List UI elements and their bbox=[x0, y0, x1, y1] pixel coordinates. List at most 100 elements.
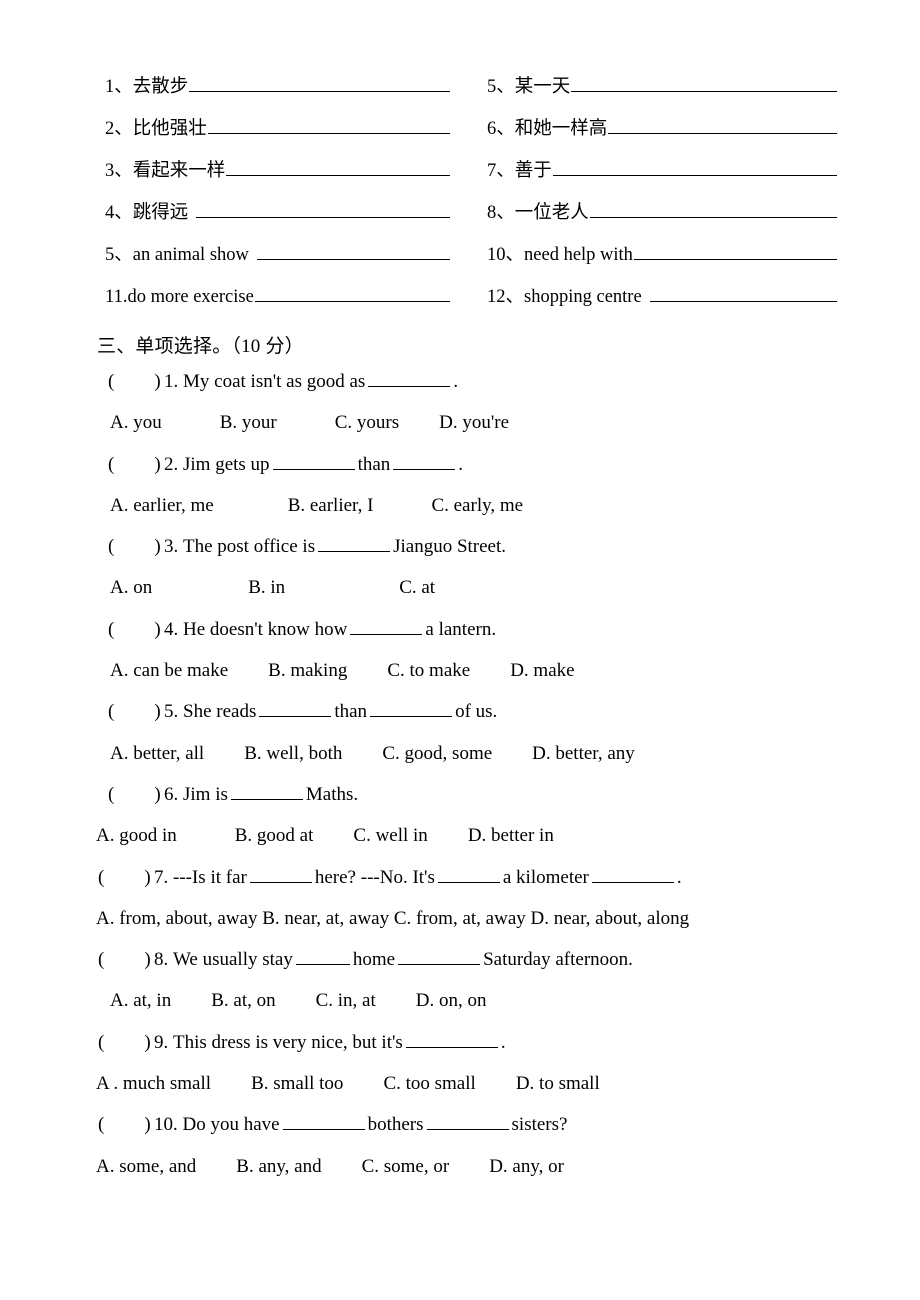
answer-box[interactable]: () bbox=[108, 620, 164, 639]
option-a[interactable]: A . much small bbox=[96, 1074, 211, 1093]
phrase-number: 4、 bbox=[105, 203, 133, 223]
option-a[interactable]: A. on bbox=[110, 578, 152, 597]
option-d[interactable]: D. you're bbox=[439, 413, 509, 432]
option-a[interactable]: A. good in bbox=[96, 826, 177, 845]
option-a[interactable]: A. better, all bbox=[110, 744, 204, 763]
answer-blank[interactable] bbox=[207, 118, 450, 134]
answer-blank[interactable] bbox=[226, 160, 450, 176]
option-b[interactable]: B. small too bbox=[251, 1074, 343, 1093]
option-c[interactable]: C. in, at bbox=[316, 991, 376, 1010]
phrase-text: 和她一样高 bbox=[514, 119, 608, 139]
option-d[interactable]: D. better in bbox=[468, 826, 554, 845]
option-d[interactable]: D. any, or bbox=[489, 1157, 564, 1176]
answer-blank[interactable] bbox=[272, 456, 355, 470]
option-c[interactable]: C. yours bbox=[335, 413, 399, 432]
answer-blank[interactable] bbox=[393, 456, 456, 470]
phrase-item: 11. do more exercise bbox=[105, 286, 450, 307]
phrase-row: 11. do more exercise 12、 shopping centre bbox=[0, 286, 920, 328]
option-b[interactable]: B. at, on bbox=[211, 991, 275, 1010]
option-a[interactable]: A. you bbox=[110, 413, 162, 432]
phrase-number: 1、 bbox=[105, 77, 133, 97]
answer-box[interactable]: () bbox=[98, 1033, 154, 1052]
option-c[interactable]: C. some, or bbox=[362, 1157, 450, 1176]
answer-box[interactable]: () bbox=[98, 950, 154, 969]
option-a[interactable]: A. at, in bbox=[110, 991, 171, 1010]
question-text-mid: here? ---No. It's bbox=[314, 866, 435, 888]
answer-blank[interactable] bbox=[571, 76, 837, 92]
option-a[interactable]: A. some, and bbox=[96, 1157, 196, 1176]
option-a[interactable]: A. earlier, me bbox=[110, 496, 214, 515]
phrase-text: an animal show bbox=[132, 245, 249, 265]
answer-blank[interactable] bbox=[295, 951, 350, 966]
question-stem: () 3. The post office is Jianguo Street. bbox=[0, 537, 920, 578]
phrase-text: need help with bbox=[524, 245, 633, 265]
question-stem: () 1. My coat isn't as good as . bbox=[0, 372, 920, 413]
phrase-number: 2、 bbox=[105, 119, 133, 139]
option-b[interactable]: B. making bbox=[268, 661, 347, 680]
option-b[interactable]: B. in bbox=[248, 578, 285, 597]
answer-blank[interactable] bbox=[189, 76, 450, 92]
answer-blank[interactable] bbox=[649, 286, 837, 302]
phrase-item: 5、 某一天 bbox=[487, 76, 837, 97]
answer-box[interactable]: () bbox=[108, 455, 164, 474]
answer-blank[interactable] bbox=[589, 202, 837, 218]
question-number: 2. bbox=[164, 453, 179, 475]
option-b[interactable]: B. well, both bbox=[244, 744, 342, 763]
answer-box[interactable]: () bbox=[98, 868, 154, 887]
option-c[interactable]: C. good, some bbox=[382, 744, 492, 763]
answer-blank[interactable] bbox=[254, 286, 450, 302]
option-d[interactable]: D. better, any bbox=[532, 744, 635, 763]
option-b[interactable]: B. good at bbox=[235, 826, 314, 845]
answer-blank[interactable] bbox=[370, 703, 453, 718]
option-row: A. from, about, away B. near, at, away C… bbox=[0, 909, 920, 950]
answer-blank[interactable] bbox=[426, 1116, 509, 1131]
option-c[interactable]: C. to make bbox=[387, 661, 470, 680]
question-text: We usually stay bbox=[173, 949, 293, 971]
answer-blank[interactable] bbox=[256, 244, 450, 260]
answer-blank[interactable] bbox=[350, 621, 423, 635]
answer-blank[interactable] bbox=[249, 869, 312, 883]
answer-box[interactable]: () bbox=[108, 372, 164, 391]
option-b[interactable]: B. any, and bbox=[236, 1157, 321, 1176]
answer-box[interactable]: () bbox=[108, 785, 164, 804]
question-number: 6. bbox=[164, 783, 179, 805]
answer-blank[interactable] bbox=[437, 869, 500, 883]
phrase-item: 10、 need help with bbox=[487, 244, 837, 265]
multiple-choice-section: () 1. My coat isn't as good as . A. you … bbox=[0, 372, 920, 1198]
option-d[interactable]: D. on, on bbox=[416, 991, 487, 1010]
option-c[interactable]: C. well in bbox=[353, 826, 427, 845]
answer-box[interactable]: () bbox=[98, 1115, 154, 1134]
answer-blank[interactable] bbox=[608, 118, 837, 134]
answer-blank[interactable] bbox=[318, 538, 391, 553]
answer-blank[interactable] bbox=[196, 202, 450, 218]
answer-blank[interactable] bbox=[633, 244, 837, 260]
option-c[interactable]: C. too small bbox=[383, 1074, 475, 1093]
answer-box[interactable]: () bbox=[108, 537, 164, 556]
exam-paper-page: 1、 去散步 5、 某一天 2、 比他强壮 6、 和她一样高 3、 看起来一样 … bbox=[0, 0, 920, 1300]
question-number: 7. bbox=[154, 866, 169, 888]
answer-box[interactable]: () bbox=[108, 702, 164, 721]
option-row: A. can be make B. making C. to make D. m… bbox=[0, 661, 920, 702]
answer-blank[interactable] bbox=[282, 1116, 365, 1131]
option-b[interactable]: B. earlier, I bbox=[288, 496, 374, 515]
option-list[interactable]: A. from, about, away B. near, at, away C… bbox=[96, 909, 689, 928]
option-a[interactable]: A. can be make bbox=[110, 661, 228, 680]
answer-blank[interactable] bbox=[591, 869, 674, 883]
option-d[interactable]: D. to small bbox=[516, 1074, 600, 1093]
answer-blank[interactable] bbox=[259, 703, 332, 718]
phrase-text: 比他强壮 bbox=[132, 119, 207, 139]
answer-blank[interactable] bbox=[552, 160, 837, 176]
option-c[interactable]: C. at bbox=[399, 578, 435, 597]
answer-blank[interactable] bbox=[405, 1034, 498, 1048]
answer-blank[interactable] bbox=[398, 951, 481, 966]
answer-blank[interactable] bbox=[230, 786, 303, 800]
question-text: Do you have bbox=[182, 1114, 280, 1136]
phrase-text: do more exercise bbox=[127, 287, 254, 307]
phrase-number: 6、 bbox=[487, 119, 515, 139]
option-row: A . much small B. small too C. too small… bbox=[0, 1074, 920, 1115]
option-b[interactable]: B. your bbox=[220, 413, 277, 432]
option-d[interactable]: D. make bbox=[510, 661, 574, 680]
answer-blank[interactable] bbox=[368, 373, 451, 387]
option-c[interactable]: C. early, me bbox=[431, 496, 523, 515]
option-row: A. you B. your C. yours D. you're bbox=[0, 413, 920, 454]
